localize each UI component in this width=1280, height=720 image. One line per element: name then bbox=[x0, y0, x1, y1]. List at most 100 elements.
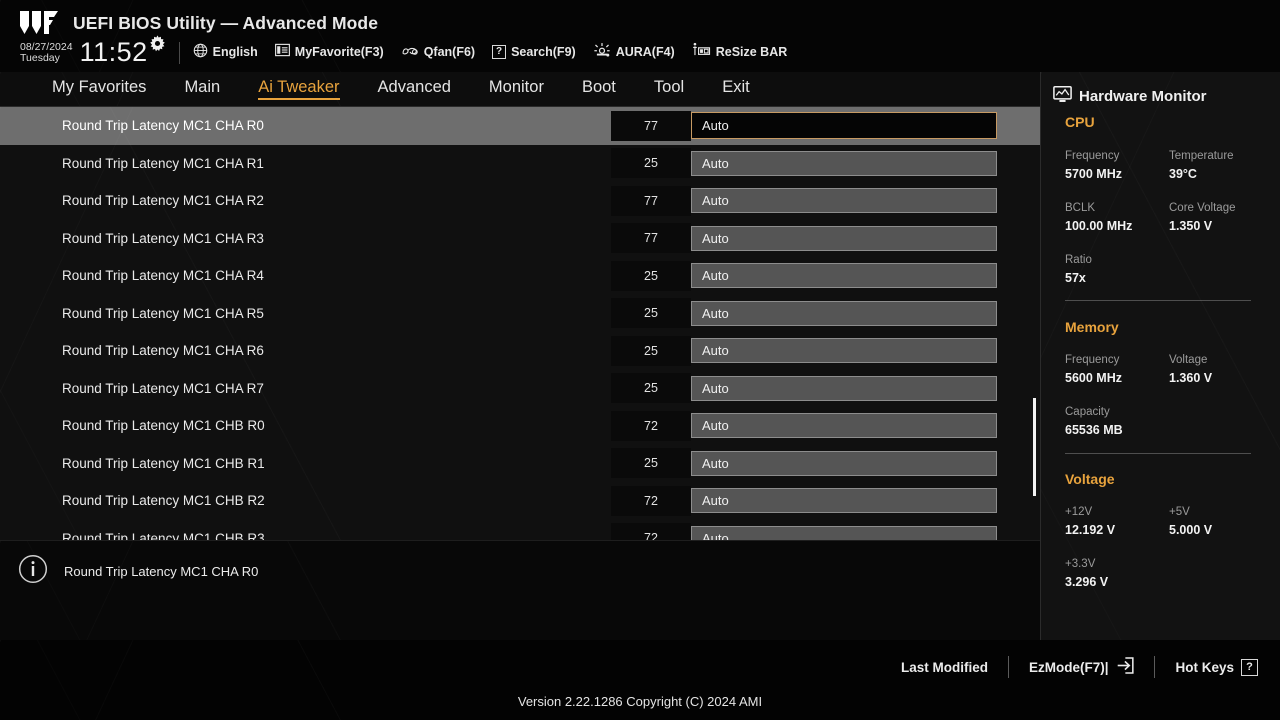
footer-divider bbox=[1154, 656, 1156, 678]
settings-row-input[interactable]: Auto bbox=[691, 225, 997, 251]
hot-keys-button[interactable]: Hot Keys ? bbox=[1175, 658, 1258, 676]
settings-row[interactable]: Round Trip Latency MC1 CHA R6 25 Auto bbox=[0, 332, 1040, 370]
settings-row-current-value: 77 bbox=[611, 110, 691, 141]
header-item-label: English bbox=[212, 44, 258, 59]
hw-value: 12.192 V bbox=[1065, 522, 1116, 537]
hw-label: BCLK bbox=[1065, 202, 1096, 214]
tab-boot[interactable]: Boot bbox=[582, 79, 616, 101]
tab-label: Advanced bbox=[377, 77, 451, 96]
tab-tool[interactable]: Tool bbox=[654, 79, 684, 101]
tab-main[interactable]: Main bbox=[184, 79, 220, 101]
app-header: UEFI BIOS Utility — Advanced Mode 08/27/… bbox=[0, 0, 1280, 72]
settings-row-current-value: 72 bbox=[611, 523, 691, 540]
settings-row-label: Round Trip Latency MC1 CHA R7 bbox=[62, 380, 264, 396]
ezmode-button[interactable]: EzMode(F7)| bbox=[1029, 657, 1135, 677]
header-item-qfan[interactable]: Qfan(F6) bbox=[401, 43, 475, 61]
settings-row[interactable]: Round Trip Latency MC1 CHA R1 25 Auto bbox=[0, 145, 1040, 183]
settings-row-label: Round Trip Latency MC1 CHA R4 bbox=[62, 268, 264, 284]
list-scrollbar[interactable] bbox=[1031, 107, 1039, 540]
settings-row[interactable]: Round Trip Latency MC1 CHB R0 72 Auto bbox=[0, 407, 1040, 445]
resize-bar-icon bbox=[692, 42, 711, 61]
hw-value: 5600 MHz bbox=[1065, 370, 1122, 385]
settings-row[interactable]: Round Trip Latency MC1 CHA R0 77 Auto bbox=[0, 107, 1040, 145]
header-item-myfavorite[interactable]: MyFavorite(F3) bbox=[274, 43, 384, 60]
hw-value: 57x bbox=[1065, 270, 1086, 285]
aura-light-icon bbox=[593, 42, 611, 61]
settings-row-input[interactable]: Auto bbox=[691, 263, 997, 289]
help-text: Round Trip Latency MC1 CHA R0 bbox=[64, 564, 259, 579]
settings-row-input[interactable]: Auto bbox=[691, 338, 997, 364]
hw-label: Capacity bbox=[1065, 406, 1110, 418]
header-item-search[interactable]: ? Search(F9) bbox=[492, 44, 576, 59]
header-item-label: Search(F9) bbox=[511, 44, 576, 59]
settings-row[interactable]: Round Trip Latency MC1 CHB R1 25 Auto bbox=[0, 445, 1040, 483]
settings-row-input[interactable]: Auto bbox=[691, 525, 997, 540]
hw-voltage-5v: +5V 5.000 V bbox=[1169, 504, 1212, 539]
settings-row-current-value: 77 bbox=[611, 185, 691, 216]
settings-row[interactable]: Round Trip Latency MC1 CHA R7 25 Auto bbox=[0, 370, 1040, 408]
settings-row-input[interactable]: Auto bbox=[691, 112, 997, 140]
header-item-label: AURA(F4) bbox=[615, 44, 675, 59]
settings-row-input[interactable]: Auto bbox=[691, 300, 997, 326]
question-box-icon: ? bbox=[492, 44, 507, 59]
settings-row[interactable]: Round Trip Latency MC1 CHA R5 25 Auto bbox=[0, 295, 1040, 333]
hw-label: Ratio bbox=[1065, 254, 1092, 266]
hw-value: 39°C bbox=[1169, 166, 1197, 181]
hw-cpu-core-voltage: Core Voltage 1.350 V bbox=[1169, 200, 1236, 235]
weekday-text: Tuesday bbox=[20, 52, 60, 64]
hw-value: 1.360 V bbox=[1169, 370, 1213, 385]
scrollbar-thumb[interactable] bbox=[1033, 398, 1036, 496]
hw-memory-voltage: Voltage 1.360 V bbox=[1169, 352, 1212, 387]
tab-monitor[interactable]: Monitor bbox=[489, 79, 544, 101]
last-modified-button[interactable]: Last Modified bbox=[901, 660, 988, 675]
settings-row-input[interactable]: Auto bbox=[691, 488, 997, 514]
header-item-label: Qfan(F6) bbox=[423, 44, 476, 59]
settings-row-current-value: 25 bbox=[611, 298, 691, 329]
settings-list: Round Trip Latency MC1 CHA R0 77 Auto Round… bbox=[0, 107, 1040, 540]
tab-my-favorites[interactable]: My Favorites bbox=[52, 79, 146, 101]
settings-row-label: Round Trip Latency MC1 CHA R3 bbox=[62, 230, 264, 246]
settings-row-input[interactable]: Auto bbox=[691, 375, 997, 401]
settings-row-input[interactable]: Auto bbox=[691, 413, 997, 439]
settings-row[interactable]: Round Trip Latency MC1 CHA R2 77 Auto bbox=[0, 182, 1040, 220]
tab-ai-tweaker[interactable]: Ai Tweaker bbox=[258, 79, 340, 101]
hw-label: +12V bbox=[1065, 506, 1093, 518]
help-strip: Round Trip Latency MC1 CHA R0 bbox=[0, 540, 1040, 640]
hw-value: 3.296 V bbox=[1065, 574, 1109, 589]
settings-row[interactable]: Round Trip Latency MC1 CHB R3 72 Auto bbox=[0, 520, 1040, 540]
favorites-list-icon bbox=[274, 43, 290, 60]
hw-cpu-frequency: Frequency 5700 MHz bbox=[1065, 148, 1122, 183]
ezmode-label: EzMode(F7)| bbox=[1028, 659, 1109, 675]
title-row: UEFI BIOS Utility — Advanced Mode bbox=[18, 10, 378, 36]
monitor-icon bbox=[1053, 85, 1072, 107]
hw-cpu-bclk: BCLK 100.00 MHz bbox=[1065, 200, 1132, 235]
settings-row-label: Round Trip Latency MC1 CHA R2 bbox=[62, 193, 264, 209]
settings-row[interactable]: Round Trip Latency MC1 CHB R2 72 Auto bbox=[0, 482, 1040, 520]
header-item-english[interactable]: English bbox=[193, 43, 258, 61]
settings-row-label: Round Trip Latency MC1 CHB R3 bbox=[62, 530, 265, 540]
hw-label: +5V bbox=[1169, 506, 1190, 518]
settings-row-input[interactable]: Auto bbox=[691, 450, 997, 476]
hw-value: 100.00 MHz bbox=[1065, 218, 1133, 233]
settings-row-label: Round Trip Latency MC1 CHB R0 bbox=[62, 418, 265, 434]
version-text: Version 2.22.1286 Copyright (C) 2024 AMI bbox=[517, 694, 763, 709]
settings-row-input[interactable]: Auto bbox=[691, 188, 997, 214]
hw-cpu-temperature: Temperature 39°C bbox=[1169, 148, 1234, 183]
settings-rows: Round Trip Latency MC1 CHA R0 77 Auto Round… bbox=[0, 107, 1040, 540]
settings-row[interactable]: Round Trip Latency MC1 CHA R3 77 Auto bbox=[0, 220, 1040, 258]
header-divider bbox=[178, 41, 180, 64]
hw-memory-capacity: Capacity 65536 MB bbox=[1065, 404, 1123, 439]
header-item-resize-bar[interactable]: ReSize BAR bbox=[692, 42, 787, 61]
footer-divider bbox=[1007, 656, 1009, 678]
tuf-shield-logo bbox=[20, 11, 58, 34]
header-info-row: 08/27/2024 Tuesday 11:52 English MyFavor… bbox=[20, 34, 804, 66]
tab-exit[interactable]: Exit bbox=[722, 79, 750, 101]
hw-label: Core Voltage bbox=[1169, 202, 1236, 214]
gear-icon[interactable] bbox=[149, 34, 166, 57]
tab-label: Monitor bbox=[488, 77, 544, 96]
settings-row-input[interactable]: Auto bbox=[691, 150, 997, 176]
tab-advanced[interactable]: Advanced bbox=[378, 79, 451, 101]
header-item-aura[interactable]: AURA(F4) bbox=[593, 42, 675, 61]
settings-row[interactable]: Round Trip Latency MC1 CHA R4 25 Auto bbox=[0, 257, 1040, 295]
tab-label: Boot bbox=[581, 77, 616, 96]
